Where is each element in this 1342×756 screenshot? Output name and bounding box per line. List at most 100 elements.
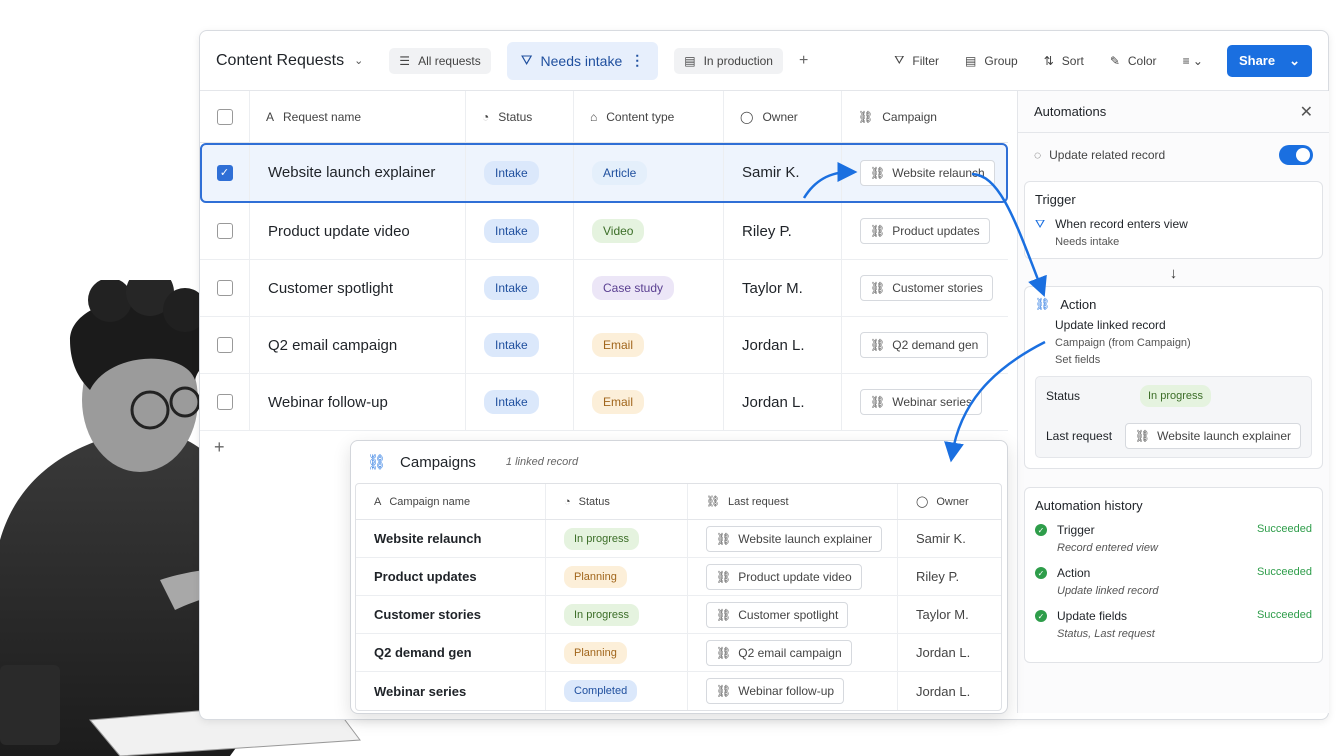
- last-request-cell[interactable]: ⛓ Webinar follow-up: [688, 672, 898, 710]
- request-name[interactable]: Product update video: [250, 203, 466, 259]
- history-item[interactable]: ✓ Trigger Record entered view Succeeded: [1035, 523, 1312, 554]
- campaign-cell[interactable]: ⛓ Webinar series: [842, 374, 1008, 430]
- status-cell[interactable]: Completed: [546, 672, 688, 710]
- last-request-cell[interactable]: ⛓ Customer spotlight: [688, 596, 898, 633]
- checkbox[interactable]: [216, 108, 233, 125]
- campaign-cell[interactable]: ⛓ Q2 demand gen: [842, 317, 1008, 373]
- campaign-cell[interactable]: ⛓ Website relaunch: [842, 143, 1008, 202]
- linked-record-chip[interactable]: ⛓ Webinar series: [860, 389, 983, 415]
- owner-cell[interactable]: Riley P.: [724, 203, 842, 259]
- filter-button[interactable]: ⛛ Filter: [894, 53, 939, 68]
- last-request-cell[interactable]: ⛓ Website launch explainer: [688, 520, 898, 557]
- owner-cell[interactable]: Jordan L.: [898, 634, 1001, 671]
- linked-record-chip[interactable]: ⛓ Customer stories: [860, 275, 993, 301]
- row-select[interactable]: [200, 203, 250, 259]
- owner-cell[interactable]: Riley P.: [898, 558, 1001, 595]
- linked-record-chip[interactable]: ⛓ Product update video: [706, 563, 862, 590]
- status-cell[interactable]: Intake: [466, 203, 574, 259]
- campaign-cell[interactable]: ⛓ Customer stories: [842, 260, 1008, 316]
- request-name[interactable]: Customer spotlight: [250, 260, 466, 316]
- header-campaign-name[interactable]: A Campaign name: [356, 484, 546, 519]
- group-button[interactable]: ▤ Group: [965, 54, 1018, 68]
- type-cell[interactable]: Email: [574, 374, 724, 430]
- checkbox[interactable]: [216, 394, 233, 410]
- owner-cell[interactable]: Samir K.: [898, 520, 1001, 557]
- linked-record-chip[interactable]: ⛓ Product updates: [860, 218, 990, 244]
- campaign-name[interactable]: Webinar series: [356, 672, 546, 710]
- campaign-cell[interactable]: ⛓ Product updates: [842, 203, 1008, 259]
- type-cell[interactable]: Email: [574, 317, 724, 373]
- select-all[interactable]: [200, 91, 250, 142]
- table-row[interactable]: Website relaunch In progress ⛓ Website la…: [356, 520, 1001, 558]
- linked-record-chip[interactable]: ⛓ Q2 demand gen: [860, 332, 989, 358]
- campaign-name[interactable]: Customer stories: [356, 596, 546, 633]
- automation-rule[interactable]: ◌ Update related record: [1018, 133, 1329, 177]
- owner-cell[interactable]: Samir K.: [724, 143, 842, 202]
- owner-cell[interactable]: Jordan L.: [724, 374, 842, 430]
- table-row[interactable]: Customer spotlight Intake Case study Tay…: [200, 260, 1008, 317]
- row-select[interactable]: [200, 317, 250, 373]
- base-switcher[interactable]: Content Requests ⌄: [216, 52, 363, 70]
- add-record-icon[interactable]: +: [214, 437, 225, 458]
- table-row[interactable]: Customer stories In progress ⛓ Customer s…: [356, 596, 1001, 634]
- table-row[interactable]: Q2 demand gen Planning ⛓ Q2 email campaig…: [356, 634, 1001, 672]
- linked-record-chip[interactable]: ⛓ Customer spotlight: [706, 601, 849, 628]
- campaign-name[interactable]: Product updates: [356, 558, 546, 595]
- linked-record-chip[interactable]: ⛓ Website launch explainer: [706, 525, 883, 552]
- table-row[interactable]: Q2 email campaign Intake Email Jordan L.…: [200, 317, 1008, 374]
- header-content-type[interactable]: ⌂ Content type: [574, 91, 724, 142]
- status-cell[interactable]: Intake: [466, 260, 574, 316]
- history-item[interactable]: ✓ Update fields Status, Last request Succ…: [1035, 609, 1312, 640]
- linked-record-chip[interactable]: ⛓ Q2 email campaign: [706, 639, 852, 666]
- history-item[interactable]: ✓ Action Update linked record Succeeded: [1035, 566, 1312, 597]
- share-button[interactable]: Share ⌄: [1226, 44, 1312, 77]
- checkbox[interactable]: [216, 280, 233, 296]
- owner-cell[interactable]: Taylor M.: [724, 260, 842, 316]
- action-card[interactable]: ⛓ Action Update linked record Campaign (…: [1024, 286, 1323, 469]
- sort-button[interactable]: ⇅ Sort: [1044, 54, 1084, 68]
- owner-cell[interactable]: Jordan L.: [724, 317, 842, 373]
- status-cell[interactable]: Planning: [546, 558, 688, 595]
- color-button[interactable]: ✎ Color: [1110, 54, 1157, 68]
- view-needs-intake[interactable]: ⛛ Needs intake ⋮: [506, 41, 659, 80]
- more-icon[interactable]: ⋮: [630, 52, 644, 69]
- header-status[interactable]: ◔ Status: [466, 91, 574, 142]
- close-icon[interactable]: ✕: [1300, 102, 1313, 122]
- status-cell[interactable]: Planning: [546, 634, 688, 671]
- campaign-name[interactable]: Website relaunch: [356, 520, 546, 557]
- header-owner[interactable]: ◯ Owner: [724, 91, 842, 142]
- view-all-requests[interactable]: ☰ All requests: [389, 47, 491, 74]
- field-status[interactable]: Status In progress: [1036, 377, 1311, 415]
- row-select[interactable]: ✓: [200, 143, 250, 202]
- header-request-name[interactable]: A Request name: [250, 91, 466, 142]
- table-row[interactable]: Webinar series Completed ⛓ Webinar follow…: [356, 672, 1001, 710]
- table-row[interactable]: Webinar follow-up Intake Email Jordan L.…: [200, 374, 1008, 431]
- add-view-icon[interactable]: +: [799, 52, 808, 70]
- field-last-request[interactable]: Last request ⛓ Website launch explainer: [1036, 415, 1311, 457]
- row-select[interactable]: [200, 260, 250, 316]
- rule-toggle[interactable]: [1279, 145, 1313, 165]
- request-name[interactable]: Q2 email campaign: [250, 317, 466, 373]
- last-request-cell[interactable]: ⛓ Product update video: [688, 558, 898, 595]
- campaign-name[interactable]: Q2 demand gen: [356, 634, 546, 671]
- linked-record-chip[interactable]: ⛓ Webinar follow-up: [706, 678, 845, 704]
- linked-record-chip[interactable]: ⛓ Website launch explainer: [1124, 423, 1301, 449]
- type-cell[interactable]: Article: [574, 143, 724, 202]
- view-in-production[interactable]: ▤ In production: [674, 47, 783, 74]
- status-cell[interactable]: Intake: [466, 143, 574, 202]
- header-campaign[interactable]: ⛓ Campaign: [842, 91, 1008, 142]
- status-cell[interactable]: Intake: [466, 317, 574, 373]
- trigger-card[interactable]: Trigger ⛛ When record enters view Needs …: [1024, 181, 1323, 259]
- type-cell[interactable]: Case study: [574, 260, 724, 316]
- header-last-request[interactable]: ⛓ Last request: [688, 484, 898, 519]
- row-height-button[interactable]: ≡ ⌄: [1183, 54, 1203, 68]
- checkbox[interactable]: [216, 337, 233, 353]
- linked-record-chip[interactable]: ⛓ Website relaunch: [860, 159, 995, 186]
- header-status[interactable]: ◔ Status: [546, 484, 688, 519]
- status-cell[interactable]: In progress: [546, 596, 688, 633]
- row-select[interactable]: [200, 374, 250, 430]
- checkbox[interactable]: ✓: [216, 164, 233, 181]
- table-row[interactable]: ✓ Website launch explainer Intake Articl…: [200, 143, 1008, 203]
- request-name[interactable]: Webinar follow-up: [250, 374, 466, 430]
- checkbox[interactable]: [216, 223, 233, 239]
